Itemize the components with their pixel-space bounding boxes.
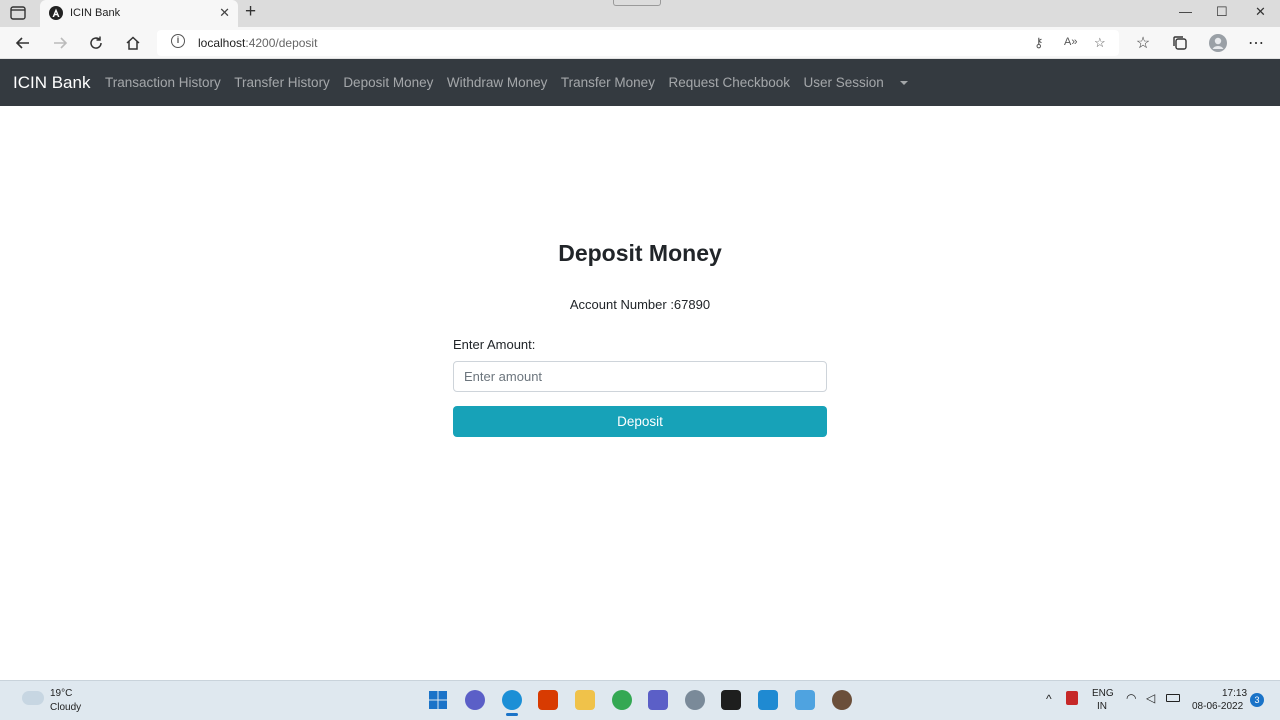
window-drag-handle[interactable] [613,0,661,6]
start-icon[interactable] [428,690,448,710]
teams-icon[interactable] [648,690,668,710]
cloud-icon[interactable] [22,691,44,705]
file-explorer-icon[interactable] [575,690,595,710]
profile-avatar-icon[interactable] [1208,33,1228,53]
nav-withdraw-money[interactable]: Withdraw Money [447,75,548,90]
tab-close-icon[interactable]: ✕ [219,5,230,21]
collections-icon[interactable] [1170,33,1190,53]
show-hidden-icons-icon[interactable]: ^ [1046,692,1052,706]
window-close-button[interactable]: ✕ [1255,4,1266,20]
wifi-icon[interactable]: ◠ [1126,691,1136,705]
region-indicator[interactable]: IN [1097,701,1107,712]
back-icon[interactable] [13,33,33,53]
site-info-icon[interactable]: i [171,34,185,48]
app-navbar: ICIN Bank Transaction History Transfer H… [0,59,1280,106]
nav-deposit-money[interactable]: Deposit Money [343,75,433,90]
volume-icon[interactable]: ◁ [1146,691,1155,705]
favorites-icon[interactable]: ☆ [1133,33,1153,53]
nav-links: Transaction History Transfer History Dep… [105,75,935,90]
more-options-icon[interactable]: ⋯ [1246,33,1266,53]
brand-link[interactable]: ICIN Bank [13,73,90,93]
refresh-icon[interactable] [86,33,106,53]
favorite-add-icon[interactable]: ☆ [1094,35,1106,51]
address-bar[interactable]: i localhost:4200/deposit ⚷ A» ☆ [157,30,1119,56]
nav-request-checkbook[interactable]: Request Checkbook [668,75,790,90]
language-indicator[interactable]: ENG [1092,688,1114,699]
key-icon[interactable]: ⚷ [1034,35,1044,51]
amount-label: Enter Amount: [453,337,536,352]
app-icon[interactable] [832,690,852,710]
chrome-icon[interactable] [612,690,632,710]
account-number: Account Number :67890 [569,297,711,312]
amount-input[interactable] [453,361,827,392]
forward-icon[interactable] [50,33,70,53]
deposit-button[interactable]: Deposit [453,406,827,437]
notification-badge[interactable]: 3 [1250,693,1264,707]
address-url[interactable]: localhost:4200/deposit [198,36,317,50]
page-title: Deposit Money [558,240,722,266]
battery-icon[interactable] [1166,694,1180,702]
weather-condition[interactable]: Cloudy [50,702,81,713]
new-tab-button[interactable]: + [245,1,256,23]
browser-tab-strip: ICIN Bank ✕ + — ☐ ✕ [0,0,1280,27]
tab-title: ICIN Bank [70,7,121,19]
home-icon[interactable] [123,33,143,53]
notepad-icon[interactable] [795,690,815,710]
nav-user-session-dropdown[interactable]: User Session [804,75,922,90]
nav-transfer-history[interactable]: Transfer History [234,75,330,90]
weather-temperature[interactable]: 19°C [50,688,72,699]
vscode-icon[interactable] [758,690,778,710]
tab-actions-icon[interactable] [10,6,26,20]
minimize-button[interactable]: — [1179,4,1192,19]
settings-icon[interactable] [685,690,705,710]
maximize-button[interactable]: ☐ [1216,4,1228,20]
edge-browser-icon[interactable] [502,690,522,716]
clock-time[interactable]: 17:13 [1222,688,1247,699]
dropdown-caret-icon [900,81,909,86]
browser-tab[interactable]: ICIN Bank ✕ [40,0,238,27]
taskbar: 19°C Cloudy ^ ENG IN ◠ ◁ 17:13 08-06-202… [0,680,1280,720]
mcafee-icon[interactable] [1066,691,1078,705]
clock-date[interactable]: 08-06-2022 [1192,701,1243,712]
read-aloud-icon[interactable]: A» [1064,36,1077,48]
chat-icon[interactable] [465,690,485,710]
user-session-label: User Session [803,75,884,90]
office-icon[interactable] [538,690,558,710]
browser-toolbar: i localhost:4200/deposit ⚷ A» ☆ ☆ ⋯ [0,27,1280,59]
nav-transfer-money[interactable]: Transfer Money [561,75,655,90]
angular-favicon-icon [49,6,63,20]
nav-transaction-history[interactable]: Transaction History [105,75,221,90]
terminal-icon[interactable] [721,690,741,710]
